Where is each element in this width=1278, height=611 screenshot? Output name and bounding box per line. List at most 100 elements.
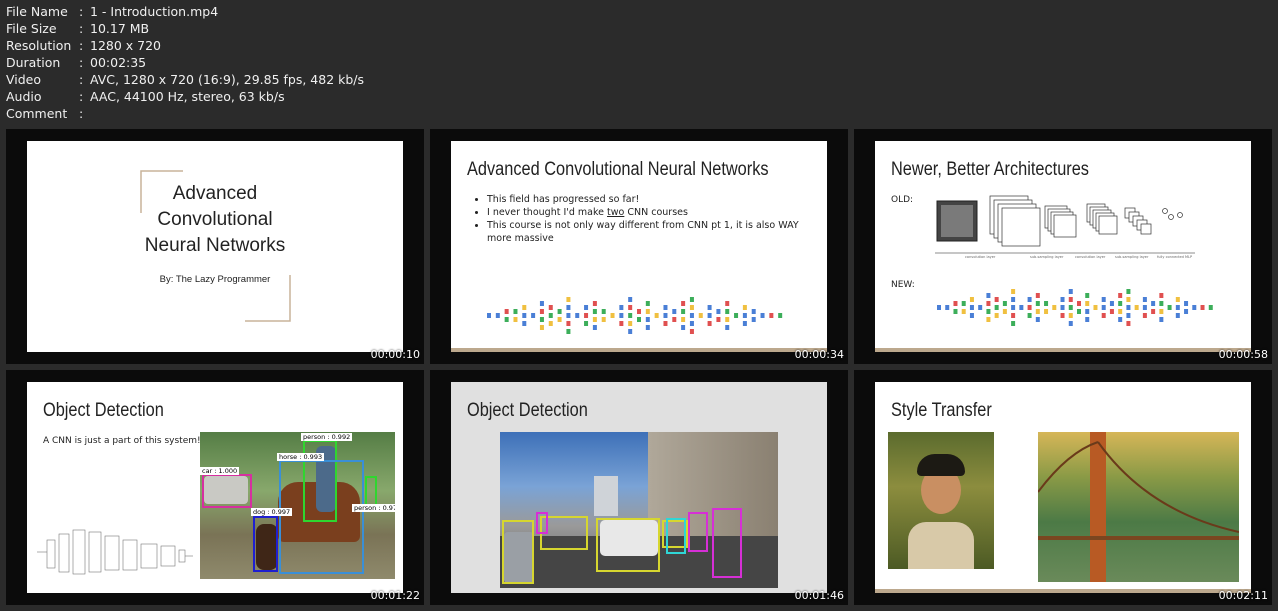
network-layer-block: [1151, 301, 1156, 306]
network-layer-block: [725, 301, 730, 306]
thumbnail-timestamp: 00:02:11: [1218, 589, 1268, 602]
network-layer-block: [1044, 309, 1049, 314]
detection-box: [666, 518, 686, 554]
network-layer-block: [645, 317, 650, 322]
network-layer-block: [689, 329, 694, 334]
info-key: Duration: [6, 55, 61, 70]
slide-accent-bar: [875, 348, 1251, 352]
network-layer-block: [742, 305, 747, 310]
network-layer-block: [689, 297, 694, 302]
slide-title: Advanced Convolutional Neural Networks B…: [27, 141, 403, 352]
network-layer-block: [1184, 301, 1189, 306]
network-layer-block: [1011, 321, 1016, 326]
detection-label: horse : 0.993: [277, 453, 325, 461]
network-layer-block: [681, 317, 686, 322]
network-layer-block: [645, 301, 650, 306]
network-layer-block: [522, 305, 527, 310]
network-layer-block: [584, 313, 589, 318]
network-layer-block: [1060, 297, 1065, 302]
network-layer-block: [751, 309, 756, 314]
network-layer-block: [513, 309, 518, 314]
network-layer-block: [716, 309, 721, 314]
network-layer-block: [487, 313, 491, 318]
network-layer-block: [1159, 301, 1164, 306]
network-layer-block: [1142, 313, 1147, 318]
network-layer-block: [663, 313, 668, 318]
svg-text:sub-sampling layer: sub-sampling layer: [1115, 255, 1149, 259]
info-key: Resolution: [6, 38, 72, 53]
network-layer-block: [522, 313, 527, 318]
network-layer-block: [1085, 293, 1090, 298]
thumbnail-4[interactable]: Object Detection A CNN is just a part of…: [6, 370, 424, 605]
network-layer-block: [592, 325, 597, 330]
network-layer-block: [986, 301, 991, 306]
network-layer-block: [1060, 313, 1065, 318]
network-layer-block: [619, 313, 624, 318]
network-layer-block: [986, 309, 991, 314]
network-layer-block: [1077, 309, 1081, 314]
network-layer-block: [742, 313, 747, 318]
network-layer-block: [1126, 289, 1131, 294]
network-layer-block: [1101, 305, 1106, 310]
slide-architectures: Newer, Better Architectures OLD: NEW: co…: [875, 141, 1251, 352]
info-value: 10.17 MB: [90, 21, 150, 36]
thumbnail-1[interactable]: Advanced Convolutional Neural Networks B…: [6, 129, 424, 364]
network-layer-block: [1011, 297, 1016, 302]
network-layer-block: [628, 321, 633, 326]
network-layer-block: [961, 309, 966, 314]
info-value: AAC, 44100 Hz, stereo, 63 kb/s: [90, 89, 285, 104]
network-layer-block: [1118, 293, 1123, 298]
network-layer-block: [663, 321, 668, 326]
network-layer-block: [1200, 305, 1205, 310]
info-key: Video: [6, 72, 42, 87]
network-layer-block: [969, 313, 974, 318]
network-layer-block: [1142, 305, 1147, 310]
network-layer-block: [1068, 297, 1073, 302]
svg-text:convolution layer: convolution layer: [1075, 255, 1106, 259]
network-layer-block: [1085, 309, 1090, 314]
network-layer-block: [953, 301, 958, 306]
thumbnail-2[interactable]: Advanced Convolutional Neural Networks T…: [430, 129, 848, 364]
network-layer-block: [778, 313, 783, 318]
thumbnail-5[interactable]: Object Detection 00:01:46: [430, 370, 848, 605]
network-layer-block: [619, 305, 624, 310]
network-layer-block: [689, 313, 694, 318]
network-layer-block: [994, 305, 999, 310]
network-layer-block: [548, 305, 553, 310]
network-layer-block: [1142, 297, 1147, 302]
detection-label: car : 1.000: [200, 467, 240, 475]
network-layer-block: [969, 305, 974, 310]
network-layer-block: [1101, 313, 1106, 318]
info-sep: :: [79, 55, 84, 70]
info-value: AVC, 1280 x 720 (16:9), 29.85 fps, 482 k…: [90, 72, 365, 87]
network-layer-block: [734, 313, 739, 318]
slide-intro: Advanced Convolutional Neural Networks T…: [451, 141, 827, 352]
network-layer-block: [681, 301, 686, 306]
network-layer-block: [945, 305, 950, 310]
slide-subtitle: By: The Lazy Programmer: [159, 274, 271, 285]
file-info-panel: File Name:1 - Introduction.mp4 File Size…: [6, 3, 364, 122]
network-layer-block: [1118, 309, 1123, 314]
network-layer-block: [1035, 309, 1040, 314]
network-layer-block: [628, 305, 633, 310]
detection-box: [596, 518, 660, 572]
thumbnail-timestamp: 00:00:58: [1218, 348, 1268, 361]
network-layer-block: [716, 317, 721, 322]
network-layer-block: [1093, 305, 1098, 310]
network-layer-block: [1118, 317, 1123, 322]
network-layer-block: [628, 313, 633, 318]
thumbnail-6[interactable]: Style Transfer 00:02:11: [854, 370, 1272, 605]
portrait-body: [908, 522, 974, 569]
network-layer-block: [1109, 309, 1114, 314]
network-layer-block: [1035, 293, 1040, 298]
network-layer-block: [566, 297, 571, 302]
network-layer-block: [707, 321, 712, 326]
slide-heading: Advanced Convolutional Neural Networks: [27, 181, 403, 259]
thumbnail-3[interactable]: Newer, Better Architectures OLD: NEW: co…: [854, 129, 1272, 364]
info-sep: :: [79, 89, 84, 104]
network-layer-block: [986, 293, 991, 298]
info-sep: :: [79, 38, 84, 53]
network-layer-block: [969, 297, 974, 302]
network-layer-block: [994, 313, 999, 318]
info-row-resolution: Resolution:1280 x 720: [6, 37, 364, 54]
